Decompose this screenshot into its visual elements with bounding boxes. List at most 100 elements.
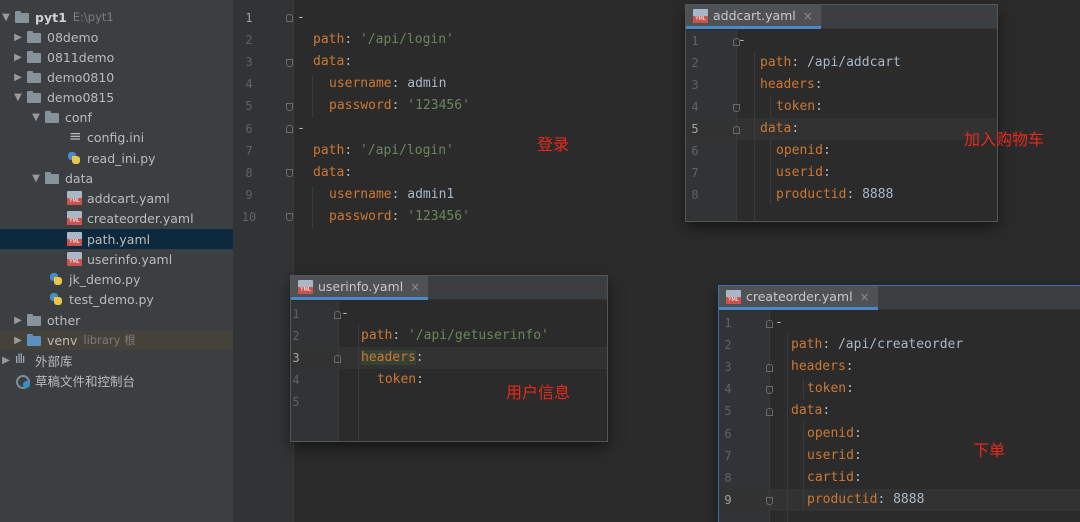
close-icon[interactable]: × <box>803 9 813 23</box>
chevron-right-icon[interactable]: ▶ <box>12 315 24 326</box>
line-number: 9 <box>724 493 732 507</box>
fold-marker-icon[interactable] <box>286 59 293 67</box>
line-number: 1 <box>724 316 732 330</box>
tab-userinfo-yaml[interactable]: userinfo.yaml × <box>291 276 429 300</box>
tree-item-read-ini-py[interactable]: read_ini.py <box>0 148 233 168</box>
tree-item-demo0810[interactable]: ▶ demo0810 <box>0 67 233 87</box>
code-line: data: <box>760 121 800 136</box>
project-tree: ▼ pyt1 E:\pyt1 ▶ 08demo ▶ 0811demo ▶ dem… <box>0 0 233 522</box>
line-number: 3 <box>691 78 699 92</box>
code-line: productid: 8888 <box>776 187 894 202</box>
tree-item-config-ini[interactable]: config.ini <box>0 127 233 147</box>
tree-item-createorder-yaml[interactable]: createorder.yaml <box>0 208 233 228</box>
annotation-login: 登录 <box>537 135 570 154</box>
line-number: 1 <box>245 11 253 25</box>
tree-item-test-demo-py[interactable]: test_demo.py <box>0 289 233 309</box>
fold-marker-icon[interactable] <box>766 364 773 372</box>
tree-item-pyt1[interactable]: ▼ pyt1 E:\pyt1 <box>0 7 233 27</box>
line-number: 7 <box>245 144 253 158</box>
code-line: token: <box>776 99 823 114</box>
line-number: 2 <box>691 56 699 70</box>
chevron-right-icon[interactable]: ▶ <box>12 52 24 63</box>
line-number: 4 <box>292 373 300 387</box>
annotation-add-to-cart: 加入购物车 <box>964 130 1045 149</box>
tree-item-conf[interactable]: ▼ conf <box>0 107 233 127</box>
folder-icon <box>45 110 60 124</box>
line-number: 7 <box>724 449 732 463</box>
userinfo-yaml-window[interactable]: userinfo.yaml × 1 2 3 4 5 - path: '/api/… <box>291 276 607 441</box>
fold-marker-icon[interactable] <box>286 125 293 133</box>
line-number: 10 <box>241 210 257 224</box>
code-line: - <box>297 10 305 25</box>
folder-icon <box>27 90 42 104</box>
line-number: 3 <box>724 360 732 374</box>
fold-marker-icon[interactable] <box>733 126 740 134</box>
code-line: password: '123456' <box>329 98 470 113</box>
line-number: 5 <box>691 122 699 136</box>
fold-marker-icon[interactable] <box>766 497 773 505</box>
tab-createorder-yaml[interactable]: createorder.yaml × <box>719 286 878 310</box>
tree-item-data[interactable]: ▼ data <box>0 168 233 188</box>
createorder-yaml-window[interactable]: createorder.yaml × 1 2 3 4 5 6 7 8 9 - p… <box>719 286 1080 522</box>
fold-marker-icon[interactable] <box>286 213 293 221</box>
folder-icon <box>27 30 42 44</box>
fold-marker-icon[interactable] <box>766 408 773 416</box>
line-number: 6 <box>724 427 732 441</box>
line-number: 4 <box>724 382 732 396</box>
fold-marker-icon[interactable] <box>286 14 293 22</box>
chevron-right-icon[interactable]: ▶ <box>12 335 24 346</box>
line-number: 1 <box>292 307 300 321</box>
line-number: 2 <box>724 338 732 352</box>
folder-icon <box>27 70 42 84</box>
code-line: - <box>297 121 305 136</box>
folder-icon <box>45 171 60 185</box>
tree-item-scratches[interactable]: 草稿文件和控制台 <box>0 370 233 390</box>
code-line: - <box>775 315 783 330</box>
code-line: path: '/api/login' <box>313 32 454 47</box>
tree-item-jk-demo-py[interactable]: jk_demo.py <box>0 269 233 289</box>
chevron-right-icon[interactable]: ▶ <box>0 355 12 366</box>
tree-item-path-yaml[interactable]: path.yaml <box>0 229 233 249</box>
tree-item-external-libraries[interactable]: ▶ 外部库 <box>0 350 233 370</box>
line-number: 6 <box>691 144 699 158</box>
yaml-file-icon <box>726 289 741 304</box>
code-line: headers: <box>361 350 424 365</box>
chevron-right-icon[interactable]: ▶ <box>12 72 24 83</box>
code-line: cartid: <box>807 470 862 485</box>
tree-item-0811demo[interactable]: ▶ 0811demo <box>0 47 233 67</box>
chevron-right-icon[interactable]: ▶ <box>12 32 24 43</box>
tree-item-venv[interactable]: ▶ venv library 根 <box>0 330 233 350</box>
chevron-down-icon[interactable]: ▼ <box>30 112 42 123</box>
fold-marker-icon[interactable] <box>733 104 740 112</box>
fold-marker-icon[interactable] <box>286 103 293 111</box>
code-line: path: '/api/getuserinfo' <box>361 328 549 343</box>
chevron-down-icon[interactable]: ▼ <box>0 12 12 23</box>
line-number: 8 <box>691 188 699 202</box>
python-file-icon <box>49 272 64 286</box>
tree-item-other[interactable]: ▶ other <box>0 310 233 330</box>
fold-marker-icon[interactable] <box>766 320 773 328</box>
tab-bar: createorder.yaml × <box>719 286 1080 310</box>
chevron-down-icon[interactable]: ▼ <box>12 92 24 103</box>
addcart-yaml-window[interactable]: addcart.yaml × 1 2 3 4 5 6 7 8 - path: /… <box>686 5 997 221</box>
fold-marker-icon[interactable] <box>334 311 341 319</box>
tree-item-demo0815[interactable]: ▼ demo0815 <box>0 87 233 107</box>
close-icon[interactable]: × <box>860 290 870 304</box>
line-number: 2 <box>292 329 300 343</box>
code-line: data: <box>313 165 353 180</box>
code-line: - <box>341 306 349 321</box>
fold-marker-icon[interactable] <box>766 386 773 394</box>
tree-item-userinfo-yaml[interactable]: userinfo.yaml <box>0 249 233 269</box>
code-line: - <box>738 33 746 48</box>
tree-item-addcart-yaml[interactable]: addcart.yaml <box>0 188 233 208</box>
annotation-user-info: 用户信息 <box>506 383 571 402</box>
yaml-file-icon <box>67 191 82 205</box>
close-icon[interactable]: × <box>410 280 420 294</box>
fold-marker-icon[interactable] <box>334 355 341 363</box>
line-number: 6 <box>245 122 253 136</box>
fold-marker-icon[interactable] <box>286 169 293 177</box>
chevron-down-icon[interactable]: ▼ <box>30 173 42 184</box>
code-line: data: <box>791 403 831 418</box>
tree-item-08demo[interactable]: ▶ 08demo <box>0 27 233 47</box>
tab-addcart-yaml[interactable]: addcart.yaml × <box>686 5 821 29</box>
